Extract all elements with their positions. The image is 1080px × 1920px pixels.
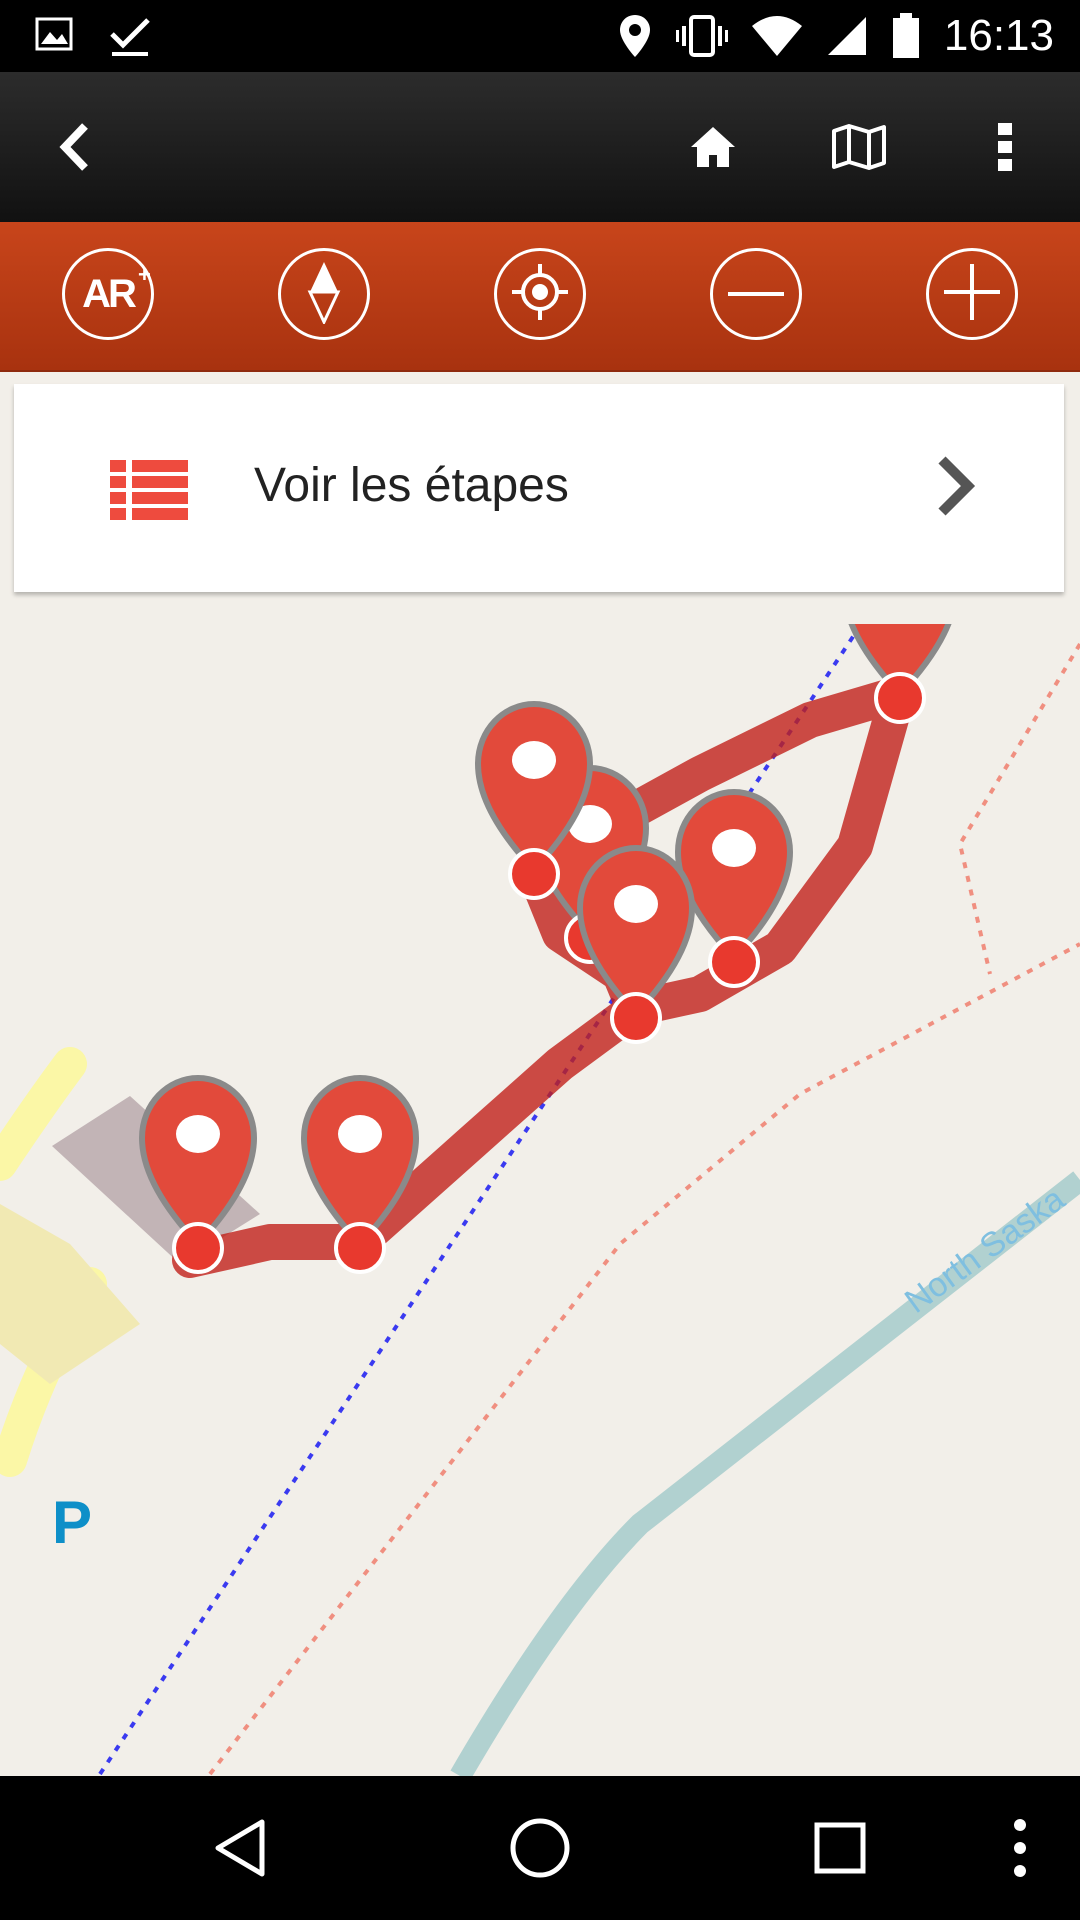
more-dots-icon[interactable]: [984, 1812, 1056, 1884]
battery-icon: [892, 13, 920, 59]
zoom-out-icon: [728, 285, 784, 303]
compass-icon: [306, 260, 342, 329]
check-icon: [108, 14, 152, 58]
ar-button[interactable]: AR +: [62, 248, 154, 340]
action-bar: [0, 72, 1080, 222]
map-icon[interactable]: [824, 112, 894, 182]
map-view[interactable]: [0, 624, 1080, 1776]
image-icon: [34, 14, 74, 58]
location-icon: [618, 13, 652, 59]
locate-icon: [510, 262, 570, 327]
back-triangle-icon[interactable]: [204, 1812, 276, 1884]
steps-label: Voir les étapes: [254, 459, 569, 512]
home-icon[interactable]: [678, 112, 748, 182]
ar-icon: AR +: [82, 261, 151, 316]
chevron-right-icon: [934, 454, 978, 523]
navigation-bar: [0, 1776, 1080, 1920]
zoom-in-icon: [944, 263, 1000, 325]
steps-button[interactable]: Voir les étapes: [14, 384, 1064, 592]
compass-button[interactable]: [278, 248, 370, 340]
status-bar: 16:13: [0, 0, 1080, 72]
parking-label: P: [52, 1489, 93, 1556]
overflow-menu-icon[interactable]: [970, 112, 1040, 182]
signal-icon: [826, 15, 868, 57]
zoom-in-button[interactable]: [926, 248, 1018, 340]
map-toolbar: AR +: [0, 222, 1080, 372]
vibrate-icon: [675, 14, 728, 58]
zoom-out-button[interactable]: [710, 248, 802, 340]
recents-square-icon[interactable]: [804, 1812, 876, 1884]
status-time: 16:13: [943, 11, 1054, 60]
locate-button[interactable]: [494, 248, 586, 340]
wifi-icon: [751, 16, 802, 56]
list-icon: [110, 460, 188, 525]
home-circle-icon[interactable]: [504, 1812, 576, 1884]
back-icon[interactable]: [40, 112, 110, 182]
